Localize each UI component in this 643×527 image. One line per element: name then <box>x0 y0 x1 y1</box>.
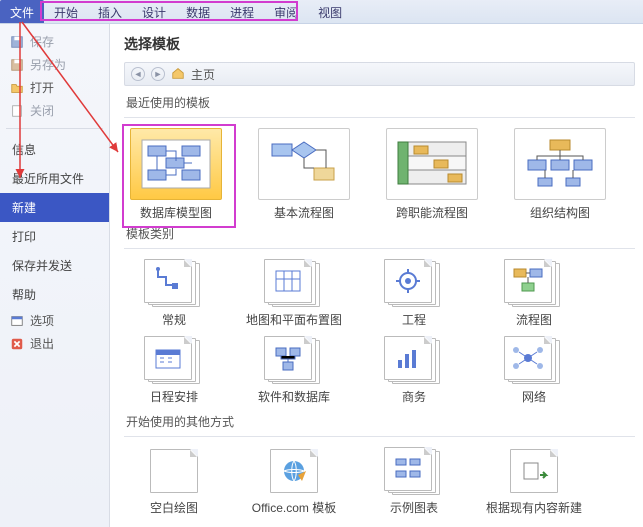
divider <box>124 436 635 437</box>
categories-label: 模板类别 <box>126 225 643 242</box>
cat-engineering[interactable]: 工程 <box>366 259 462 328</box>
open-icon <box>10 81 24 95</box>
content-panel: 选择模板 ◄ ► 主页 最近使用的模板 <box>110 24 643 527</box>
other-label: 根据现有内容新建 <box>486 499 582 516</box>
backstage-saveas[interactable]: 另存为 <box>0 53 109 76</box>
recent-templates-row: 数据库模型图 <box>126 128 643 221</box>
cat-general[interactable]: 常规 <box>126 259 222 328</box>
backstage-exit-label: 退出 <box>30 335 54 352</box>
template-basic-flow[interactable]: 基本流程图 <box>254 128 354 221</box>
home-icon <box>171 66 185 83</box>
page-title: 选择模板 <box>124 34 643 54</box>
template-thumb <box>514 128 606 200</box>
backstage-help[interactable]: 帮助 <box>0 280 109 309</box>
cat-schedule[interactable]: 日程安排 <box>126 336 222 405</box>
cat-software-db[interactable]: 软件和数据库 <box>246 336 342 405</box>
other-label: Office.com 模板 <box>246 499 342 516</box>
template-db-model[interactable]: 数据库模型图 <box>126 128 226 221</box>
tab-data[interactable]: 数据 <box>176 0 220 23</box>
backstage-save[interactable]: 保存 <box>0 30 109 53</box>
other-label: 示例图表 <box>366 499 462 516</box>
template-thumb <box>386 128 478 200</box>
template-label: 基本流程图 <box>254 204 354 221</box>
template-label: 组织结构图 <box>510 204 610 221</box>
separator <box>6 128 103 129</box>
other-from-existing[interactable]: 根据现有内容新建 <box>486 447 582 516</box>
backstage-nav: 保存 另存为 打开 关闭 信息 最近所用文件 新建 打印 保存并发送 帮助 <box>0 24 110 527</box>
backstage-recent[interactable]: 最近所用文件 <box>0 164 109 193</box>
tab-insert[interactable]: 插入 <box>88 0 132 23</box>
cat-flowchart[interactable]: 流程图 <box>486 259 582 328</box>
cat-business[interactable]: 商务 <box>366 336 462 405</box>
backstage-exit[interactable]: 退出 <box>0 332 109 355</box>
cat-label: 流程图 <box>486 311 582 328</box>
categories-row-1: 常规 地图和平面布置图 工程 流程图 <box>126 259 643 328</box>
backstage-print[interactable]: 打印 <box>0 222 109 251</box>
cat-label: 常规 <box>126 311 222 328</box>
breadcrumb-home[interactable]: 主页 <box>191 66 215 83</box>
tab-view[interactable]: 视图 <box>308 0 352 23</box>
other-blank[interactable]: 空白绘图 <box>126 447 222 516</box>
exit-icon <box>10 337 24 351</box>
ribbon-tabs: 文件 开始 插入 设计 数据 进程 审阅 视图 <box>0 0 643 24</box>
tab-review[interactable]: 审阅 <box>264 0 308 23</box>
backstage-open-label: 打开 <box>30 79 54 96</box>
tab-design[interactable]: 设计 <box>132 0 176 23</box>
nav-back-icon[interactable]: ◄ <box>131 67 145 81</box>
cat-label: 商务 <box>366 388 462 405</box>
template-thumb <box>130 128 222 200</box>
backstage-open[interactable]: 打开 <box>0 76 109 99</box>
divider <box>124 117 635 118</box>
save-icon <box>10 35 24 49</box>
template-label: 数据库模型图 <box>126 204 226 221</box>
backstage-save-label: 保存 <box>30 33 54 50</box>
other-office-com[interactable]: Office.com 模板 <box>246 447 342 516</box>
backstage-savesend[interactable]: 保存并发送 <box>0 251 109 280</box>
backstage-saveas-label: 另存为 <box>30 56 66 73</box>
tab-home[interactable]: 开始 <box>44 0 88 23</box>
cat-network[interactable]: 网络 <box>486 336 582 405</box>
template-thumb <box>258 128 350 200</box>
other-ways-label: 开始使用的其他方式 <box>126 413 643 430</box>
cat-label: 软件和数据库 <box>246 388 342 405</box>
cat-label: 网络 <box>486 388 582 405</box>
nav-fwd-icon[interactable]: ► <box>151 67 165 81</box>
options-icon <box>10 314 24 328</box>
recent-templates-label: 最近使用的模板 <box>126 94 643 111</box>
template-cross-func[interactable]: 跨职能流程图 <box>382 128 482 221</box>
cat-maps[interactable]: 地图和平面布置图 <box>246 259 342 328</box>
other-row: 空白绘图 Office.com 模板 示例图表 根据现有内容新建 <box>126 447 643 516</box>
tab-process[interactable]: 进程 <box>220 0 264 23</box>
close-icon <box>10 104 24 118</box>
backstage-options-label: 选项 <box>30 312 54 329</box>
other-samples[interactable]: 示例图表 <box>366 447 462 516</box>
backstage-new[interactable]: 新建 <box>0 193 109 222</box>
backstage-options[interactable]: 选项 <box>0 309 109 332</box>
cat-label: 地图和平面布置图 <box>246 311 342 328</box>
saveas-icon <box>10 58 24 72</box>
other-label: 空白绘图 <box>126 499 222 516</box>
backstage-close-label: 关闭 <box>30 102 54 119</box>
categories-row-2: 日程安排 软件和数据库 商务 网络 <box>126 336 643 405</box>
template-org-chart[interactable]: 组织结构图 <box>510 128 610 221</box>
cat-label: 日程安排 <box>126 388 222 405</box>
template-label: 跨职能流程图 <box>382 204 482 221</box>
divider <box>124 248 635 249</box>
backstage-info[interactable]: 信息 <box>0 135 109 164</box>
cat-label: 工程 <box>366 311 462 328</box>
breadcrumb[interactable]: ◄ ► 主页 <box>124 62 635 86</box>
backstage-close[interactable]: 关闭 <box>0 99 109 122</box>
tab-file[interactable]: 文件 <box>0 0 44 23</box>
